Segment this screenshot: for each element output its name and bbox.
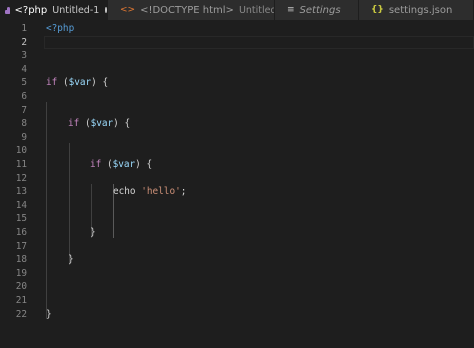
line-number: 6 <box>21 91 27 102</box>
code-token: ) { <box>135 159 153 170</box>
tab-untitled-1[interactable]: <?php Untitled-1 <box>0 0 108 20</box>
tab-untitled-2[interactable]: <> <!DOCTYPE html> Untitled-2 <box>108 0 275 20</box>
html-icon: <> <box>120 5 136 15</box>
line-number: 19 <box>15 267 27 279</box>
tab-label: <!DOCTYPE html> <box>140 4 234 16</box>
php-open-tag: <?php <box>46 23 75 34</box>
tab-sublabel: Untitled-2 <box>238 4 274 16</box>
line-number: 14 <box>15 199 27 211</box>
code-line: 19 <box>0 267 474 281</box>
code-token: 'hello' <box>141 186 181 198</box>
code-line: 4 <box>0 63 474 77</box>
code-token: if <box>46 77 58 89</box>
current-line-highlight <box>44 35 474 50</box>
tab-label: <?php <box>14 4 48 16</box>
line-number: 22 <box>15 308 27 320</box>
code-token: if <box>68 118 80 130</box>
code-line: 10 <box>0 144 474 158</box>
code-line: 6 <box>0 90 474 104</box>
code-line: 14 <box>0 199 474 213</box>
code-token: } <box>90 227 96 238</box>
line-number: 18 <box>15 254 27 266</box>
code-line: 12 <box>0 172 474 186</box>
code-token: ( <box>57 77 69 89</box>
line-number: 5 <box>21 77 27 89</box>
line-number: 15 <box>15 213 27 225</box>
tab-settings[interactable]: ≡ Settings <box>275 0 359 20</box>
line-number: 10 <box>15 145 27 157</box>
php-icon <box>5 6 10 14</box>
code-line: 20 <box>0 280 474 294</box>
code-line: 15 <box>0 212 474 226</box>
code-line: 1 <?php <box>0 22 474 36</box>
line-number: 1 <box>21 23 27 34</box>
code-token: } <box>68 254 74 266</box>
settings-file-icon: ≡ <box>287 5 295 15</box>
line-number: 11 <box>15 159 27 170</box>
code-token: ) { <box>91 77 109 89</box>
tab-sublabel: Untitled-1 <box>52 4 100 16</box>
code-content: } <box>90 226 96 240</box>
line-number: 4 <box>21 63 27 75</box>
code-line: 17 <box>0 240 474 254</box>
code-token: $var <box>90 118 114 130</box>
code-content: if ($var) { <box>90 158 152 172</box>
unsaved-dot-icon[interactable] <box>105 7 107 13</box>
line-number: 13 <box>15 186 27 198</box>
code-content: <?php <box>46 22 74 36</box>
code-line: 5 if ($var) { <box>0 76 474 90</box>
code-token: if <box>90 159 102 170</box>
line-number: 16 <box>15 227 27 238</box>
code-line-current: 2 <box>0 35 474 50</box>
code-token: } <box>46 308 52 320</box>
code-token: ( <box>101 159 113 170</box>
code-content: echo 'hello'; <box>113 185 186 199</box>
line-number: 21 <box>15 295 27 306</box>
tab-settings-json[interactable]: {} settings.json <box>359 0 474 20</box>
code-line: 8 if ($var) { <box>0 117 474 131</box>
code-token: ( <box>79 118 91 130</box>
code-content: } <box>68 253 74 267</box>
line-number: 9 <box>21 131 27 143</box>
line-number: 7 <box>21 104 27 116</box>
code-token: echo <box>113 186 136 198</box>
code-line: 22 } <box>0 308 474 322</box>
code-line: 7 <box>0 104 474 118</box>
json-icon: {} <box>371 5 384 15</box>
code-line: 16 } <box>0 226 474 240</box>
code-line: 18 } <box>0 253 474 267</box>
code-token: $var <box>112 159 136 170</box>
code-content: if ($var) { <box>46 76 108 90</box>
code-line: 9 <box>0 131 474 145</box>
line-number: 20 <box>15 281 27 293</box>
code-line: 3 <box>0 49 474 63</box>
code-line: 11 if ($var) { <box>0 158 474 172</box>
line-number: 12 <box>15 172 27 184</box>
code-token: $var <box>68 77 92 89</box>
tab-bar: <?php Untitled-1 <> <!DOCTYPE html> Unti… <box>0 0 474 20</box>
line-number: 8 <box>21 118 27 130</box>
code-content: } <box>46 308 52 322</box>
line-number: 2 <box>21 36 27 48</box>
code-line: 13 echo 'hello'; <box>0 185 474 199</box>
code-editor[interactable]: 1 <?php 2 3 4 5 if ($var) { 6 7 8 if ($v… <box>0 20 474 348</box>
code-token: ; <box>180 186 187 198</box>
line-number: 17 <box>15 240 27 252</box>
tab-label: settings.json <box>388 4 453 16</box>
code-token: ) { <box>113 118 131 130</box>
line-number: 3 <box>21 50 27 62</box>
code-content: if ($var) { <box>68 117 130 131</box>
code-line: 21 <box>0 294 474 308</box>
tab-label: Settings <box>299 4 341 16</box>
